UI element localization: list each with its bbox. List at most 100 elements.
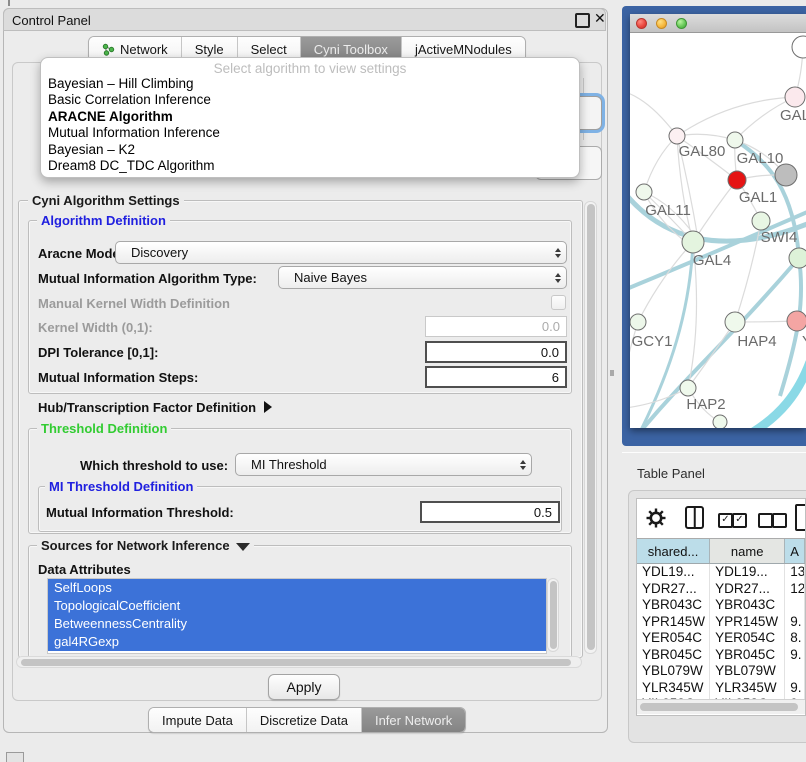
dpi-tolerance-field[interactable]: 0.0 <box>425 341 567 363</box>
table-cell: YPR145W <box>710 614 785 631</box>
table-cell <box>785 663 805 680</box>
tab-discretize-data[interactable]: Discretize Data <box>247 708 362 732</box>
table-row[interactable]: YDR27...YDR27...12 <box>637 581 805 598</box>
threshold-definition-title: Threshold Definition <box>37 421 171 436</box>
mi-steps-field[interactable]: 6 <box>425 366 567 388</box>
control-panel-titlebar[interactable] <box>3 8 606 31</box>
attributes-scrollbar[interactable] <box>547 578 559 652</box>
network-node[interactable] <box>775 164 797 186</box>
network-edge[interactable] <box>630 92 677 136</box>
deselect-all-columns-icon[interactable] <box>758 513 773 528</box>
network-node-gal4[interactable] <box>682 231 704 253</box>
select-all-columns-icon[interactable]: ✓ <box>718 513 733 528</box>
split-columns-icon[interactable] <box>685 506 704 529</box>
network-node-swi4[interactable] <box>752 212 770 230</box>
network-node[interactable] <box>713 415 727 428</box>
attribute-item[interactable]: TopologicalCoefficient <box>48 597 546 615</box>
splitter-handle[interactable] <box>610 370 614 376</box>
table-horizontal-scrollbar-thumb[interactable] <box>640 703 798 711</box>
network-node-gcy1[interactable] <box>630 314 646 330</box>
mi-algorithm-type-combo[interactable]: Naive Bayes <box>278 266 567 289</box>
algorithm-option[interactable]: Basic Correlation Inference <box>41 92 579 108</box>
column-header[interactable]: A <box>785 539 805 563</box>
attribute-item[interactable]: gal4RGexp <box>48 633 546 651</box>
tab-infer-network[interactable]: Infer Network <box>362 708 465 732</box>
manual-kernel-checkbox[interactable] <box>551 295 566 310</box>
network-node-gal80[interactable] <box>669 128 685 144</box>
network-view-titlebar[interactable] <box>630 14 806 33</box>
algorithm-option[interactable]: Bayesian – Hill Climbing <box>41 76 579 92</box>
algorithm-option[interactable]: Mutual Information Inference <box>41 125 579 141</box>
network-canvas[interactable]: GALGAL80GAL10GAL1GAL11SWI4GAL4GCY1HAP4YH… <box>630 32 806 428</box>
new-table-icon[interactable] <box>795 504 806 531</box>
table-row[interactable]: YBL079WYBL079W <box>637 663 805 680</box>
select-all-columns-icon2[interactable]: ✓ <box>732 513 747 528</box>
mi-algorithm-type-value: Naive Bayes <box>279 270 550 285</box>
network-node-gal1[interactable] <box>728 171 746 189</box>
table-row[interactable]: YER054CYER054C8. <box>637 630 805 647</box>
network-node[interactable] <box>792 36 806 58</box>
network-edge-highlighted[interactable] <box>750 362 806 428</box>
column-header[interactable]: name <box>710 539 785 563</box>
table-cell: YBL079W <box>637 663 710 680</box>
tab-impute-data[interactable]: Impute Data <box>149 708 247 732</box>
hub-definition-toggle[interactable]: Hub/Transcription Factor Definition <box>38 400 272 416</box>
deselect-all-columns-icon2[interactable] <box>772 513 787 528</box>
settings-vertical-scrollbar[interactable] <box>584 201 597 654</box>
table-row[interactable]: YBR043CYBR043C <box>637 597 805 614</box>
network-node-label: HAP4 <box>737 333 776 350</box>
table-cell: 13 <box>785 564 805 581</box>
mi-threshold-field[interactable]: 0.5 <box>420 501 560 523</box>
network-node-gal[interactable] <box>785 87 805 107</box>
column-header[interactable]: shared... <box>637 539 710 563</box>
network-node-hap2[interactable] <box>680 380 696 396</box>
settings-horizontal-scrollbar-thumb[interactable] <box>21 659 571 666</box>
attribute-item[interactable]: SelfLoops <box>48 579 546 597</box>
algorithm-option[interactable]: Bayesian – K2 <box>41 142 579 158</box>
network-node-hap4[interactable] <box>725 312 745 332</box>
algorithm-option[interactable]: ARACNE Algorithm <box>41 109 579 125</box>
table-horizontal-scrollbar[interactable] <box>637 699 805 714</box>
table-row[interactable]: YLR345WYLR345W9. <box>637 680 805 697</box>
settings-horizontal-scrollbar[interactable] <box>16 656 582 668</box>
settings-vertical-scrollbar-thumb[interactable] <box>587 204 595 650</box>
table-cell: YBR043C <box>637 597 710 614</box>
dpi-tolerance-label: DPI Tolerance [0,1]: <box>38 345 158 361</box>
sources-group-title[interactable]: Sources for Network Inference <box>37 538 254 553</box>
dock-icon[interactable] <box>6 752 24 762</box>
network-node-gal10[interactable] <box>727 132 743 148</box>
app-root: Control Panel ✕ Network Style Select Cyn… <box>0 0 806 762</box>
which-threshold-combo[interactable]: MI Threshold <box>235 453 532 476</box>
attributes-scrollbar-thumb[interactable] <box>550 581 557 649</box>
network-node-label: GAL11 <box>645 202 691 219</box>
data-attributes-list[interactable]: SelfLoopsTopologicalCoefficientBetweenne… <box>47 578 547 654</box>
stepper-icon <box>550 242 566 263</box>
float-window-icon[interactable] <box>575 13 590 28</box>
network-node-gal11[interactable] <box>636 184 652 200</box>
apply-button[interactable]: Apply <box>268 674 340 700</box>
network-node-y[interactable] <box>787 311 806 331</box>
network-node-label: HAP2 <box>686 396 725 413</box>
algorithm-option[interactable]: Dream8 DC_TDC Algorithm <box>41 158 579 174</box>
close-icon[interactable]: ✕ <box>594 10 606 27</box>
table-row[interactable]: YPR145WYPR145W9. <box>637 614 805 631</box>
network-edge[interactable] <box>677 134 735 140</box>
table-cell: YBR045C <box>637 647 710 664</box>
table-row[interactable]: YDL19...YDL19...13 <box>637 564 805 581</box>
zoom-traffic-light-icon[interactable] <box>676 18 687 29</box>
table-row[interactable]: YBR045CYBR045C9. <box>637 647 805 664</box>
hub-definition-label: Hub/Transcription Factor Definition <box>38 400 256 415</box>
network-edge[interactable] <box>677 97 795 136</box>
kernel-width-field[interactable]: 0.0 <box>425 316 567 337</box>
mi-algorithm-type-label: Mutual Information Algorithm Type: <box>38 271 257 287</box>
minimize-traffic-light-icon[interactable] <box>656 18 667 29</box>
aracne-mode-combo[interactable]: Discovery <box>115 241 567 264</box>
table-header-row: shared...nameA <box>637 538 805 564</box>
attribute-item[interactable]: BetweennessCentrality <box>48 615 546 633</box>
cyni-algorithm-settings-title: Cyni Algorithm Settings <box>28 193 184 208</box>
network-edge[interactable] <box>644 136 677 192</box>
network-node[interactable] <box>789 248 806 268</box>
tab-network-label: Network <box>120 42 168 57</box>
close-traffic-light-icon[interactable] <box>636 18 647 29</box>
gear-icon[interactable] <box>646 508 666 528</box>
